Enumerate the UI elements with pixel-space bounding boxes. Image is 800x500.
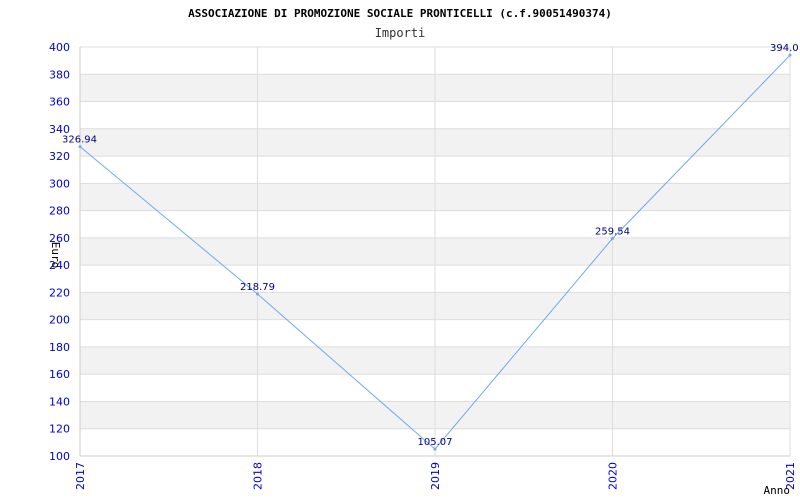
data-label: 218.79 [240, 282, 275, 293]
chart-title: ASSOCIAZIONE DI PROMOZIONE SOCIALE PRONT… [188, 7, 612, 20]
x-tick-label: 2020 [607, 462, 620, 490]
y-tick-label: 380 [49, 68, 70, 81]
y-tick-label: 160 [49, 368, 70, 381]
y-tick-label: 180 [49, 341, 70, 354]
x-tick-label: 2019 [429, 462, 442, 490]
y-axis-label: Euro [49, 242, 62, 269]
y-tick-label: 400 [49, 41, 70, 54]
x-tick-label: 2017 [74, 462, 87, 490]
x-tick-label: 2018 [252, 462, 265, 490]
y-tick-label: 300 [49, 177, 70, 190]
y-tick-label: 220 [49, 286, 70, 299]
data-label: 259.54 [595, 226, 630, 237]
y-tick-label: 320 [49, 150, 70, 163]
x-axis-label: Anno [764, 484, 791, 497]
y-tick-label: 360 [49, 96, 70, 109]
y-tick-label: 280 [49, 205, 70, 218]
data-label: 394.0 [770, 43, 799, 54]
data-label: 105.07 [418, 437, 453, 448]
chart: ASSOCIAZIONE DI PROMOZIONE SOCIALE PRONT… [0, 0, 800, 500]
y-tick-label: 120 [49, 423, 70, 436]
y-tick-label: 200 [49, 314, 70, 327]
data-label: 326.94 [62, 135, 97, 146]
chart-subtitle: Importi [375, 26, 426, 40]
y-tick-label: 140 [49, 395, 70, 408]
y-tick-label: 100 [49, 450, 70, 463]
